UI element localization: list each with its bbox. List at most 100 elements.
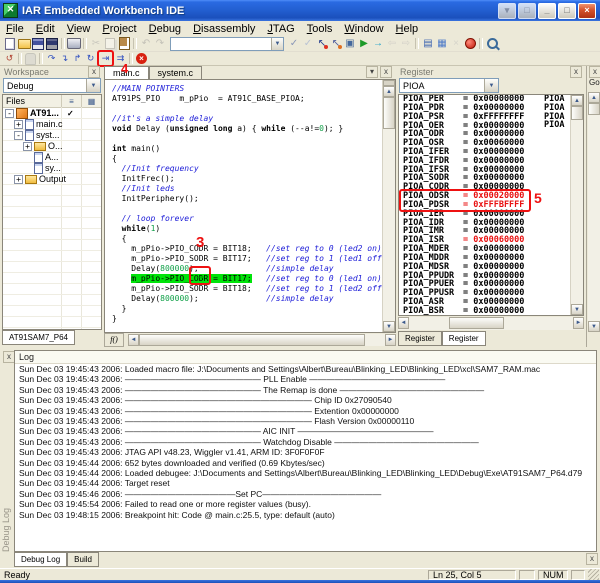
log-tabs-close-icon[interactable]: x bbox=[586, 553, 598, 565]
paste-icon[interactable] bbox=[117, 37, 131, 50]
menu-jtag[interactable]: JTAG bbox=[261, 23, 300, 35]
function-list-button[interactable]: f() bbox=[104, 333, 124, 347]
workspace-config-combo[interactable]: Debug ▼ bbox=[3, 78, 101, 93]
scroll-up-icon[interactable]: ▲ bbox=[383, 86, 395, 97]
close-button[interactable]: × bbox=[578, 3, 596, 19]
close-icon[interactable]: x bbox=[589, 66, 600, 78]
expand-icon[interactable]: + bbox=[14, 175, 23, 184]
expand-icon[interactable]: + bbox=[14, 120, 23, 129]
copy-icon[interactable] bbox=[103, 37, 117, 50]
toggle-breakpoint-icon[interactable] bbox=[463, 37, 477, 50]
scroll-track[interactable] bbox=[383, 129, 395, 321]
menu-disassembly[interactable]: Disassembly bbox=[187, 23, 261, 35]
tab-systemc[interactable]: system.c bbox=[149, 66, 203, 79]
register-horizontal-scrollbar[interactable]: ◄ ► bbox=[398, 317, 584, 330]
run-to-cursor-icon[interactable]: ⇥ bbox=[97, 50, 114, 67]
register-close-icon[interactable]: x bbox=[570, 66, 582, 78]
scroll-right-icon[interactable]: ► bbox=[385, 334, 396, 346]
tree-item-a[interactable]: A... bbox=[3, 152, 101, 163]
collapse-icon[interactable]: - bbox=[5, 109, 14, 118]
next-statement-icon[interactable]: ↻ bbox=[84, 52, 97, 65]
scroll-left-icon[interactable]: ◄ bbox=[398, 317, 409, 329]
scroll-thumb[interactable] bbox=[449, 317, 504, 329]
scroll-track[interactable] bbox=[504, 317, 573, 330]
toggle-bookmark-icon[interactable]: ✓ bbox=[287, 37, 301, 50]
scroll-track[interactable] bbox=[409, 317, 449, 330]
new-document[interactable] bbox=[3, 37, 17, 50]
chevron-down-icon[interactable]: ▾ bbox=[366, 66, 378, 78]
tab-register[interactable]: Register bbox=[398, 331, 442, 346]
expand-icon[interactable]: + bbox=[23, 142, 32, 151]
collapse-icon[interactable]: - bbox=[14, 131, 23, 140]
maximize-button[interactable]: □ bbox=[558, 3, 576, 19]
scroll-up-icon[interactable]: ▲ bbox=[588, 92, 600, 103]
navigate-forward-icon[interactable]: ⇨ bbox=[399, 37, 413, 50]
menu-view[interactable]: View bbox=[61, 23, 97, 35]
tree-item-at91[interactable]: -AT91...✓ bbox=[3, 108, 101, 119]
menu-project[interactable]: Project bbox=[96, 23, 142, 35]
tab-register[interactable]: Register bbox=[442, 331, 486, 346]
side-vertical-scrollbar[interactable]: ▲ ▼ bbox=[588, 92, 600, 332]
navigate-back-icon[interactable]: ⇦ bbox=[385, 37, 399, 50]
workspace-tab[interactable]: AT91SAM7_P64 bbox=[2, 330, 75, 345]
scroll-track[interactable] bbox=[365, 334, 385, 346]
scroll-thumb[interactable] bbox=[571, 106, 583, 120]
cut-icon[interactable]: ✂ bbox=[89, 37, 103, 50]
editor-window-icon[interactable]: ▤ bbox=[421, 37, 435, 50]
menu-tools[interactable]: Tools bbox=[301, 23, 339, 35]
restore-pane-button[interactable]: □ bbox=[518, 3, 536, 19]
menu-help[interactable]: Help bbox=[390, 23, 425, 35]
scroll-up-icon[interactable]: ▲ bbox=[571, 95, 583, 106]
register-group-combo[interactable]: PIOA ▼ bbox=[399, 78, 499, 93]
quick-search-combo[interactable]: ▼ bbox=[170, 37, 284, 51]
scroll-down-icon[interactable]: ▼ bbox=[383, 321, 395, 332]
close-window-icon[interactable]: × bbox=[449, 37, 463, 50]
resize-grip[interactable] bbox=[588, 569, 599, 580]
scroll-down-icon[interactable]: ▼ bbox=[571, 304, 583, 315]
stop-debugging-icon[interactable]: × bbox=[135, 52, 148, 65]
multi-window-icon[interactable]: ▦ bbox=[435, 37, 449, 50]
tree-item-output[interactable]: +Output bbox=[3, 174, 101, 185]
scroll-thumb[interactable] bbox=[139, 334, 365, 346]
tree-item-sy[interactable]: sy... bbox=[3, 163, 101, 174]
register-vertical-scrollbar[interactable]: ▲ ▼ bbox=[570, 95, 583, 315]
undo-icon[interactable]: ↶ bbox=[139, 37, 153, 50]
save-all[interactable] bbox=[45, 37, 59, 50]
find-in-files-icon[interactable] bbox=[485, 37, 499, 50]
reset-icon[interactable]: ↺ bbox=[3, 52, 16, 65]
options-grid-icon[interactable]: ▦ bbox=[81, 95, 101, 107]
sort-icon[interactable]: ≡ bbox=[61, 95, 81, 107]
workspace-window-icon[interactable]: ▣ bbox=[343, 37, 357, 50]
print[interactable] bbox=[67, 37, 81, 50]
download-and-debug-icon[interactable]: ▶ bbox=[357, 37, 371, 50]
tab-build[interactable]: Build bbox=[67, 552, 99, 567]
goto-definition-icon[interactable]: ↖ bbox=[315, 37, 329, 50]
scroll-left-icon[interactable]: ◄ bbox=[128, 334, 139, 346]
step-out-icon[interactable]: ↱ bbox=[71, 52, 84, 65]
scroll-thumb[interactable] bbox=[588, 103, 600, 115]
shade-button[interactable]: ▾ bbox=[498, 3, 516, 19]
save[interactable] bbox=[31, 37, 45, 50]
scroll-right-icon[interactable]: ► bbox=[573, 317, 584, 329]
scroll-down-icon[interactable]: ▼ bbox=[588, 321, 600, 332]
scroll-track[interactable] bbox=[588, 115, 600, 321]
tree-item-o[interactable]: +O... bbox=[3, 141, 101, 152]
tree-item-syst[interactable]: -syst... bbox=[3, 130, 101, 141]
menu-edit[interactable]: Edit bbox=[30, 23, 61, 35]
chevron-down-icon[interactable]: ▼ bbox=[484, 79, 498, 92]
menu-debug[interactable]: Debug bbox=[143, 23, 187, 35]
tree-item-mainc[interactable]: +main.c bbox=[3, 119, 101, 130]
minimize-button[interactable]: _ bbox=[538, 3, 556, 19]
goto-reference-icon[interactable]: ↖ bbox=[329, 37, 343, 50]
step-over-icon[interactable]: ↷ bbox=[45, 52, 58, 65]
editor-vertical-scrollbar[interactable]: ▲ ▼ bbox=[382, 80, 395, 332]
tab-debuglog[interactable]: Debug Log bbox=[14, 552, 67, 567]
chevron-down-icon[interactable]: ▼ bbox=[271, 38, 283, 50]
go-icon[interactable]: → bbox=[371, 37, 385, 50]
break-icon[interactable] bbox=[24, 52, 37, 65]
chevron-down-icon[interactable]: ▼ bbox=[86, 79, 100, 92]
redo-icon[interactable]: ↷ bbox=[153, 37, 167, 50]
scroll-thumb[interactable] bbox=[383, 97, 395, 129]
menu-file[interactable]: File bbox=[0, 23, 30, 35]
editor-horizontal-scrollbar[interactable]: ◄ ► bbox=[128, 334, 396, 346]
